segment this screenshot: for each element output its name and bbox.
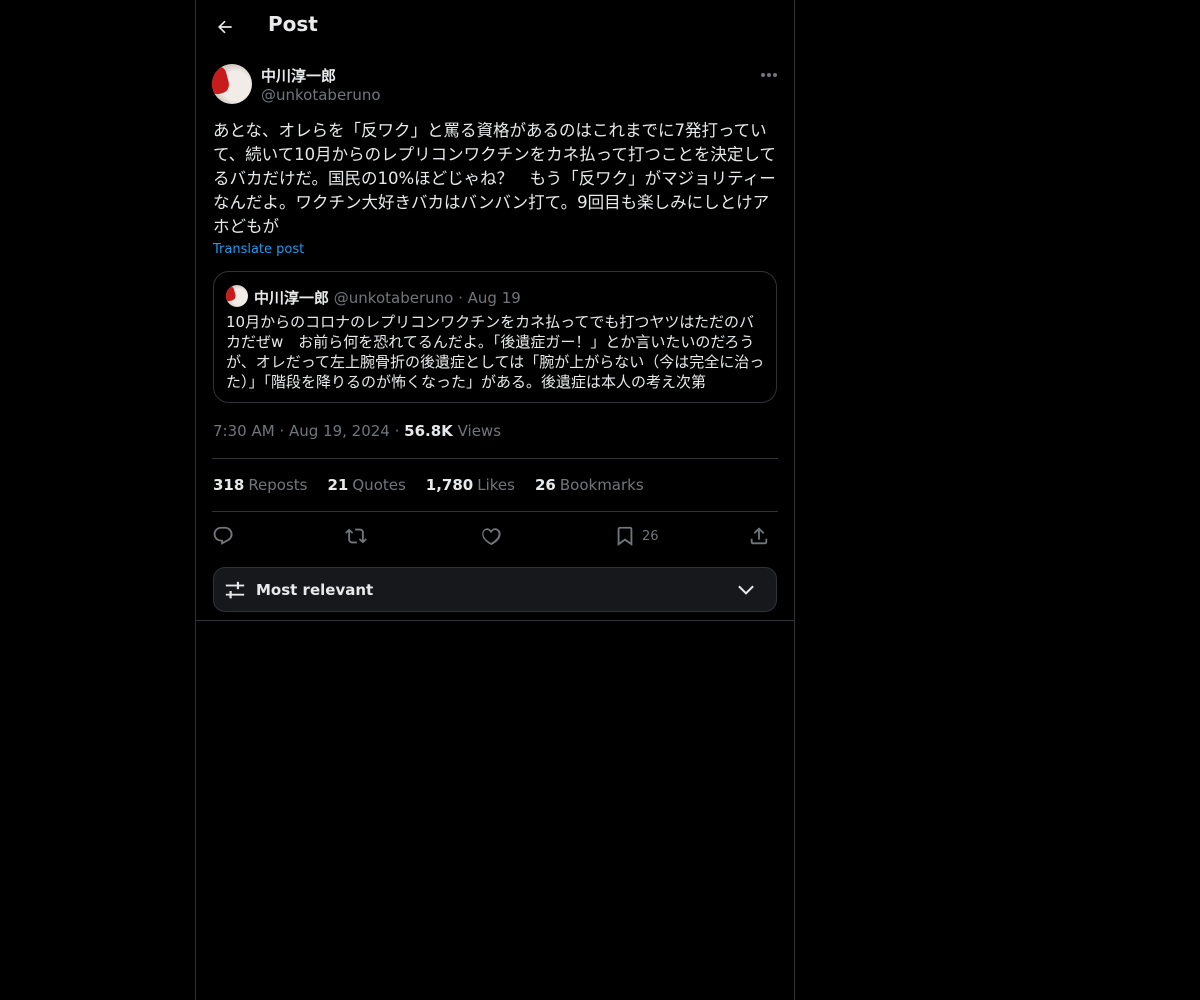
quote-text: 10月からのコロナのレプリコンワクチンをカネ払ってでも打つヤツはただのバカだぜw… <box>226 313 765 391</box>
views-label: Views <box>457 422 502 440</box>
post-column: Post 中川淳一郎 @unkotaberuno あとな、オレらを「反ワク」と罵… <box>195 0 795 1000</box>
chevron-down-icon <box>738 585 754 595</box>
page-title: Post <box>268 12 318 36</box>
quote-avatar <box>226 285 248 307</box>
post-meta: 7:30 AM · Aug 19, 2024 · 56.8K Views <box>213 422 501 440</box>
quoted-post[interactable]: 中川淳一郎 @unkotaberuno · Aug 19 10月からのコロナのレ… <box>213 271 777 403</box>
views-count: 56.8K <box>404 422 453 440</box>
meta-separator: · <box>394 422 405 440</box>
reply-button[interactable] <box>212 520 234 552</box>
header: Post <box>196 0 794 53</box>
bookmark-icon <box>617 526 633 546</box>
bookmark-button[interactable]: 26 <box>614 520 659 552</box>
quote-separator: · <box>458 289 468 307</box>
engagement-stats: 318 Reposts 21 Quotes 1,780 Likes 26 Bookmar… <box>213 476 644 494</box>
more-horizontal-icon <box>761 73 777 77</box>
post-text: あとな、オレらを「反ワク」と罵る資格があるのはこれまでに7発打っていて、続いて1… <box>213 121 776 236</box>
arrow-left-icon <box>218 20 232 34</box>
sliders-icon <box>225 581 245 599</box>
more-options-button[interactable] <box>754 64 784 86</box>
quote-date: Aug 19 <box>467 289 521 307</box>
meta-separator: · <box>279 422 289 440</box>
sort-label: Most relevant <box>256 581 374 599</box>
post-time[interactable]: 7:30 AM <box>213 422 275 440</box>
share-button[interactable] <box>748 520 770 552</box>
author-handle[interactable]: @unkotaberuno <box>261 86 381 104</box>
action-bar: 26 <box>212 520 778 552</box>
quote-author-name: 中川淳一郎 <box>254 289 330 307</box>
avatar[interactable] <box>212 64 252 104</box>
divider <box>212 458 778 459</box>
bookmark-count: 26 <box>642 528 659 544</box>
repost-button[interactable] <box>345 520 367 552</box>
likes-stat[interactable]: 1,780 Likes <box>426 476 515 494</box>
quote-author-handle: @unkotaberuno <box>333 289 454 307</box>
sort-replies-dropdown[interactable]: Most relevant <box>213 567 777 612</box>
repost-icon <box>345 528 367 544</box>
heart-icon <box>482 528 501 546</box>
back-button[interactable] <box>208 10 242 44</box>
reposts-stat[interactable]: 318 Reposts <box>213 476 308 494</box>
section-divider <box>196 620 794 621</box>
quotes-stat[interactable]: 21 Quotes <box>328 476 406 494</box>
translate-post-link[interactable]: Translate post <box>213 242 304 257</box>
bookmarks-stat[interactable]: 26 Bookmarks <box>535 476 644 494</box>
like-button[interactable] <box>480 520 502 552</box>
divider <box>212 511 778 512</box>
share-icon <box>750 527 768 545</box>
reply-icon <box>213 526 233 545</box>
author-name[interactable]: 中川淳一郎 <box>261 65 336 86</box>
quote-header: 中川淳一郎 @unkotaberuno · Aug 19 <box>254 287 521 308</box>
post-date[interactable]: Aug 19, 2024 <box>289 422 390 440</box>
